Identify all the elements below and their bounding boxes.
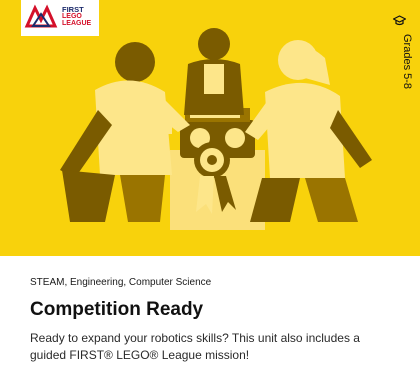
grade-badge: Grades 5-8 (393, 0, 420, 256)
logo-text-league: LEAGUE (62, 20, 92, 27)
unit-card[interactable]: FIRST LEGO LEAGUE Grades 5-8 STEAM, Engi… (0, 0, 420, 388)
graduation-cap-icon (393, 15, 420, 27)
hero-illustration: FIRST LEGO LEAGUE Grades 5-8 (0, 0, 420, 256)
subject-tags: STEAM, Engineering, Computer Science (30, 277, 212, 288)
unit-description: Ready to expand your robotics skills? Th… (30, 331, 360, 362)
logo-text-first: FIRST (62, 5, 84, 14)
unit-title[interactable]: Competition Ready (30, 299, 203, 321)
logo-text-lego: LEGO (62, 13, 82, 20)
first-lego-league-logo: FIRST LEGO LEAGUE (21, 0, 99, 36)
